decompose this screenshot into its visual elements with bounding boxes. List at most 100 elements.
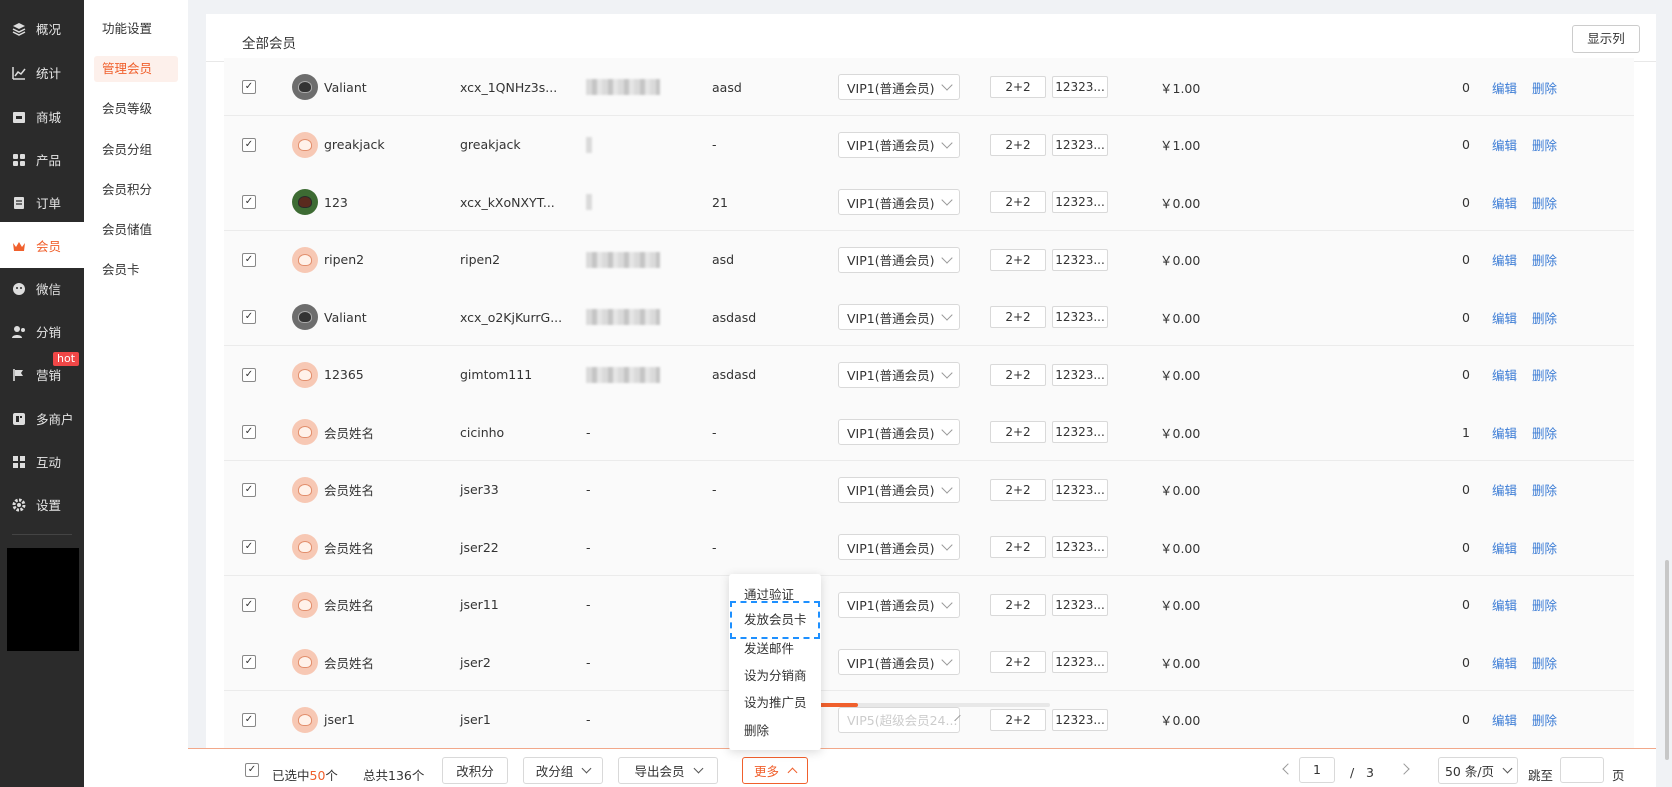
- row-checkbox[interactable]: ✓: [242, 310, 256, 324]
- member-tag-chip[interactable]: 12323...: [1052, 536, 1108, 558]
- menu-item-issue-card[interactable]: 发放会员卡: [730, 601, 820, 639]
- edit-link[interactable]: 编辑: [1492, 346, 1517, 404]
- menu-item-set-promoter[interactable]: 设为推广员: [744, 692, 807, 711]
- row-checkbox[interactable]: ✓: [242, 712, 256, 727]
- member-level-select[interactable]: VIP1(普通会员): [838, 246, 960, 273]
- menu-item-send-email[interactable]: 发送邮件: [744, 638, 794, 657]
- edit-link[interactable]: 编辑: [1492, 58, 1517, 116]
- table-row[interactable]: ✓ 12365 gimtom111 asdasd VIP1(普通会员) 2+2 12323.…: [224, 345, 1634, 404]
- prev-page-icon[interactable]: [1282, 763, 1294, 775]
- member-level-select[interactable]: VIP1(普通会员): [838, 189, 960, 215]
- nav-item-members[interactable]: 会员: [0, 224, 84, 267]
- menu-item-delete[interactable]: 删除: [744, 720, 769, 739]
- page-scrollbar-thumb[interactable]: [1665, 560, 1669, 760]
- member-level-select[interactable]: VIP1(普通会员): [838, 74, 960, 100]
- progress-slider[interactable]: [810, 698, 1050, 712]
- edit-link[interactable]: 编辑: [1492, 691, 1517, 749]
- tab-all-members[interactable]: 全部会员: [242, 32, 296, 52]
- member-tag-chip[interactable]: 12323...: [1052, 133, 1108, 156]
- nav-item-mall[interactable]: 商城: [0, 95, 84, 138]
- change-group-button[interactable]: 改分组: [523, 757, 603, 784]
- member-tag-chip[interactable]: 2+2: [990, 306, 1046, 328]
- nav-item-multi-merchant[interactable]: 多商户: [0, 397, 84, 440]
- member-level-select[interactable]: VIP1(普通会员): [838, 649, 960, 675]
- row-checkbox[interactable]: ✓: [242, 137, 256, 152]
- next-page-icon[interactable]: [1398, 763, 1410, 775]
- nav-item-stats[interactable]: 统计: [0, 51, 84, 94]
- member-tag-chip[interactable]: 12323...: [1052, 478, 1108, 501]
- table-row[interactable]: ✓ Valiant xcx_o2KjKurrG... asdasd VIP1(普通会员)…: [224, 288, 1634, 346]
- row-checkbox[interactable]: ✓: [242, 80, 256, 94]
- sub-item-manage-members[interactable]: 管理会员: [94, 56, 178, 82]
- member-tag-chip[interactable]: 12323...: [1052, 651, 1108, 673]
- member-level-select[interactable]: VIP1(普通会员): [838, 476, 960, 503]
- nav-item-distribution[interactable]: 分销: [0, 310, 84, 353]
- member-tag-chip[interactable]: 2+2: [990, 651, 1046, 673]
- nav-item-overview[interactable]: 概况: [0, 7, 84, 50]
- member-tag-chip[interactable]: 2+2: [990, 133, 1046, 156]
- nav-item-products[interactable]: 产品: [0, 138, 84, 181]
- edit-link[interactable]: 编辑: [1492, 116, 1517, 174]
- delete-link[interactable]: 删除: [1532, 518, 1557, 576]
- member-tag-chip[interactable]: 2+2: [990, 536, 1046, 558]
- row-checkbox[interactable]: ✓: [242, 367, 256, 382]
- page-size-select[interactable]: 50 条/页: [1438, 757, 1518, 784]
- delete-link[interactable]: 删除: [1532, 173, 1557, 231]
- show-columns-button[interactable]: 显示列: [1572, 25, 1640, 53]
- edit-link[interactable]: 编辑: [1492, 173, 1517, 231]
- more-button[interactable]: 更多: [742, 757, 808, 784]
- nav-item-settings[interactable]: 设置: [0, 483, 84, 526]
- table-row[interactable]: ✓ greakjack greakjack - VIP1(普通会员) 2+2 12323..…: [224, 115, 1634, 174]
- row-checkbox[interactable]: ✓: [242, 655, 256, 669]
- table-row[interactable]: ✓ Valiant xcx_1QNHz3s... aasd VIP1(普通会员) 2+2 1…: [224, 58, 1634, 116]
- edit-link[interactable]: 编辑: [1492, 288, 1517, 346]
- row-checkbox[interactable]: ✓: [242, 252, 256, 267]
- table-row[interactable]: ✓ 会员姓名 jser22 - - VIP1(普通会员) 2+2 12323... ￥0.00 0…: [224, 518, 1634, 576]
- current-page-input[interactable]: 1: [1299, 757, 1335, 783]
- delete-link[interactable]: 删除: [1532, 633, 1557, 691]
- table-row[interactable]: ✓ 会员姓名 jser2 - VIP1(普通会员) 2+2 12323... ￥0.00 0 编辑…: [224, 633, 1634, 691]
- table-row[interactable]: ✓ 会员姓名 cicinho - - VIP1(普通会员) 2+2 12323... ￥0.00…: [224, 403, 1634, 461]
- jump-page-input[interactable]: [1560, 757, 1604, 783]
- nav-item-interaction[interactable]: 互动: [0, 440, 84, 483]
- table-row[interactable]: ✓ 会员姓名 jser33 - - VIP1(普通会员) 2+2 12323... ￥0.00 0…: [224, 460, 1634, 519]
- member-tag-chip[interactable]: 12323...: [1052, 76, 1108, 98]
- delete-link[interactable]: 删除: [1532, 576, 1557, 634]
- delete-link[interactable]: 删除: [1532, 58, 1557, 116]
- member-tag-chip[interactable]: 12323...: [1052, 708, 1108, 731]
- row-checkbox[interactable]: ✓: [242, 425, 256, 439]
- edit-link[interactable]: 编辑: [1492, 576, 1517, 634]
- delete-link[interactable]: 删除: [1532, 116, 1557, 174]
- member-tag-chip[interactable]: 12323...: [1052, 191, 1108, 213]
- member-tag-chip[interactable]: 2+2: [990, 248, 1046, 271]
- delete-link[interactable]: 删除: [1532, 691, 1557, 749]
- edit-link[interactable]: 编辑: [1492, 461, 1517, 519]
- edit-link[interactable]: 编辑: [1492, 403, 1517, 461]
- export-members-button[interactable]: 导出会员: [618, 757, 718, 784]
- member-tag-chip[interactable]: 12323...: [1052, 306, 1108, 328]
- member-tag-chip[interactable]: 12323...: [1052, 593, 1108, 616]
- row-checkbox[interactable]: ✓: [242, 540, 256, 554]
- edit-link[interactable]: 编辑: [1492, 231, 1517, 289]
- sub-item-member-card[interactable]: 会员卡: [94, 257, 178, 283]
- member-level-select[interactable]: VIP1(普通会员): [838, 131, 960, 158]
- member-level-select[interactable]: VIP1(普通会员): [838, 419, 960, 445]
- sub-item-member-points[interactable]: 会员积分: [94, 177, 178, 203]
- select-all-checkbox[interactable]: ✓: [245, 763, 259, 777]
- sub-item-member-groups[interactable]: 会员分组: [94, 137, 178, 163]
- delete-link[interactable]: 删除: [1532, 461, 1557, 519]
- sub-item-feature-settings[interactable]: 功能设置: [94, 16, 178, 42]
- member-tag-chip[interactable]: 2+2: [990, 363, 1046, 386]
- delete-link[interactable]: 删除: [1532, 231, 1557, 289]
- nav-item-wechat[interactable]: 微信: [0, 267, 84, 310]
- table-row[interactable]: ✓ ripen2 ripen2 asd VIP1(普通会员) 2+2 12323... ￥0.…: [224, 230, 1634, 289]
- member-tag-chip[interactable]: 2+2: [990, 478, 1046, 501]
- member-level-select[interactable]: VIP1(普通会员): [838, 304, 960, 330]
- change-points-button[interactable]: 改积分: [442, 757, 508, 784]
- member-level-select[interactable]: VIP1(普通会员): [838, 534, 960, 560]
- delete-link[interactable]: 删除: [1532, 403, 1557, 461]
- edit-link[interactable]: 编辑: [1492, 518, 1517, 576]
- row-checkbox[interactable]: ✓: [242, 195, 256, 209]
- sub-item-member-stored-value[interactable]: 会员储值: [94, 217, 178, 243]
- member-level-select[interactable]: VIP1(普通会员): [838, 361, 960, 388]
